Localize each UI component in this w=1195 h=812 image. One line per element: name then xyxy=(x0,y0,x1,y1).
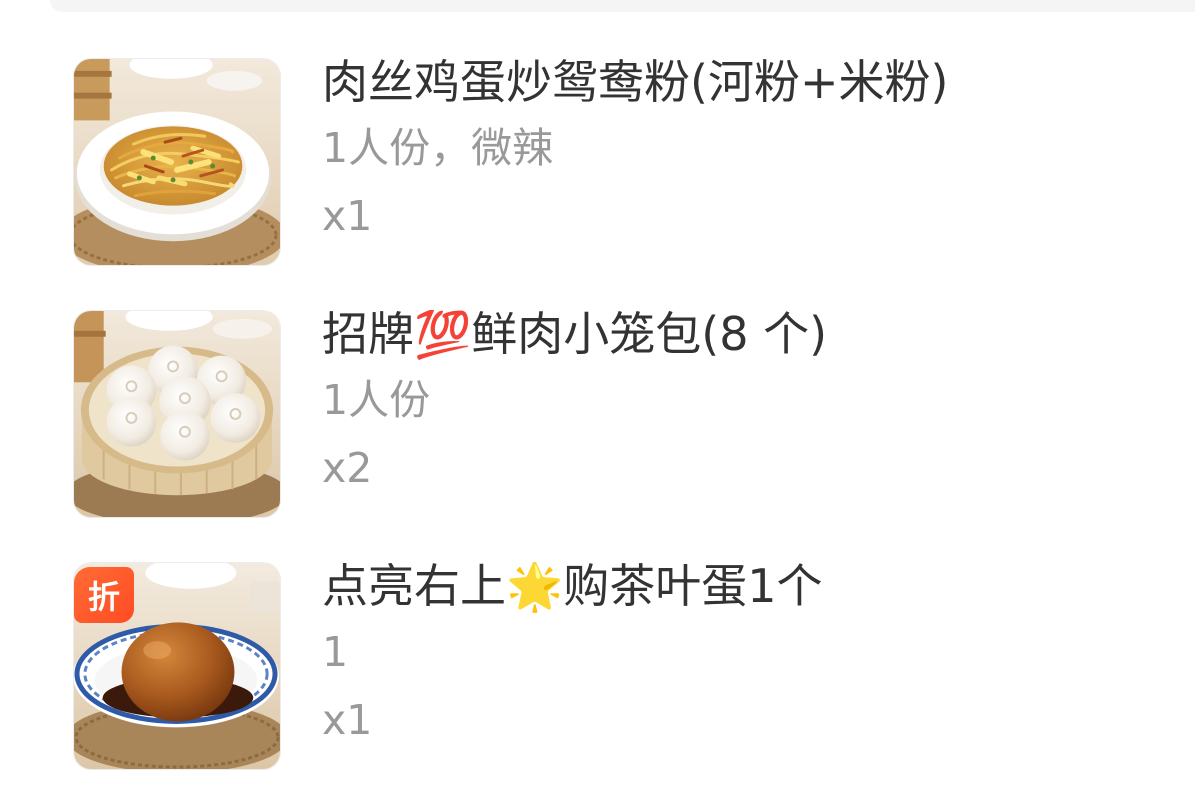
dish-quantity: x1 xyxy=(322,192,373,240)
dish-info: 招牌💯鲜肉小笼包(8 个) 1人份 x2 xyxy=(322,310,1173,518)
dish-photo xyxy=(74,311,280,517)
order-item-list: 肉丝鸡蛋炒鸳鸯粉(河粉+米粉) 1人份，微辣 x1 招牌💯鲜肉小笼包(8 个) … xyxy=(73,58,1173,770)
dish-info: 肉丝鸡蛋炒鸳鸯粉(河粉+米粉) 1人份，微辣 x1 xyxy=(322,58,1173,266)
previous-card-edge xyxy=(50,0,1195,12)
dish-photo xyxy=(74,59,280,265)
dish-info: 点亮右上🌟购茶叶蛋1个 1 x1 xyxy=(322,562,1173,770)
dish-name: 招牌💯鲜肉小笼包(8 个) xyxy=(322,310,828,361)
order-item[interactable]: 肉丝鸡蛋炒鸳鸯粉(河粉+米粉) 1人份，微辣 x1 xyxy=(73,58,1173,266)
order-item[interactable]: 折 点亮右上🌟购茶叶蛋1个 1 x1 xyxy=(73,562,1173,770)
order-item[interactable]: 招牌💯鲜肉小笼包(8 个) 1人份 x2 xyxy=(73,310,1173,518)
dish-quantity: x1 xyxy=(322,696,373,744)
dish-quantity: x2 xyxy=(322,444,373,492)
dish-spec: 1人份，微辣 xyxy=(322,124,554,172)
dish-spec: 1人份 xyxy=(322,376,431,424)
dish-spec: 1 xyxy=(322,628,349,676)
dish-image xyxy=(73,58,281,266)
dish-image: 折 xyxy=(73,562,281,770)
dish-image xyxy=(73,310,281,518)
dish-name: 点亮右上🌟购茶叶蛋1个 xyxy=(322,562,823,613)
discount-badge: 折 xyxy=(74,567,134,623)
dish-name: 肉丝鸡蛋炒鸳鸯粉(河粉+米粉) xyxy=(322,58,949,109)
